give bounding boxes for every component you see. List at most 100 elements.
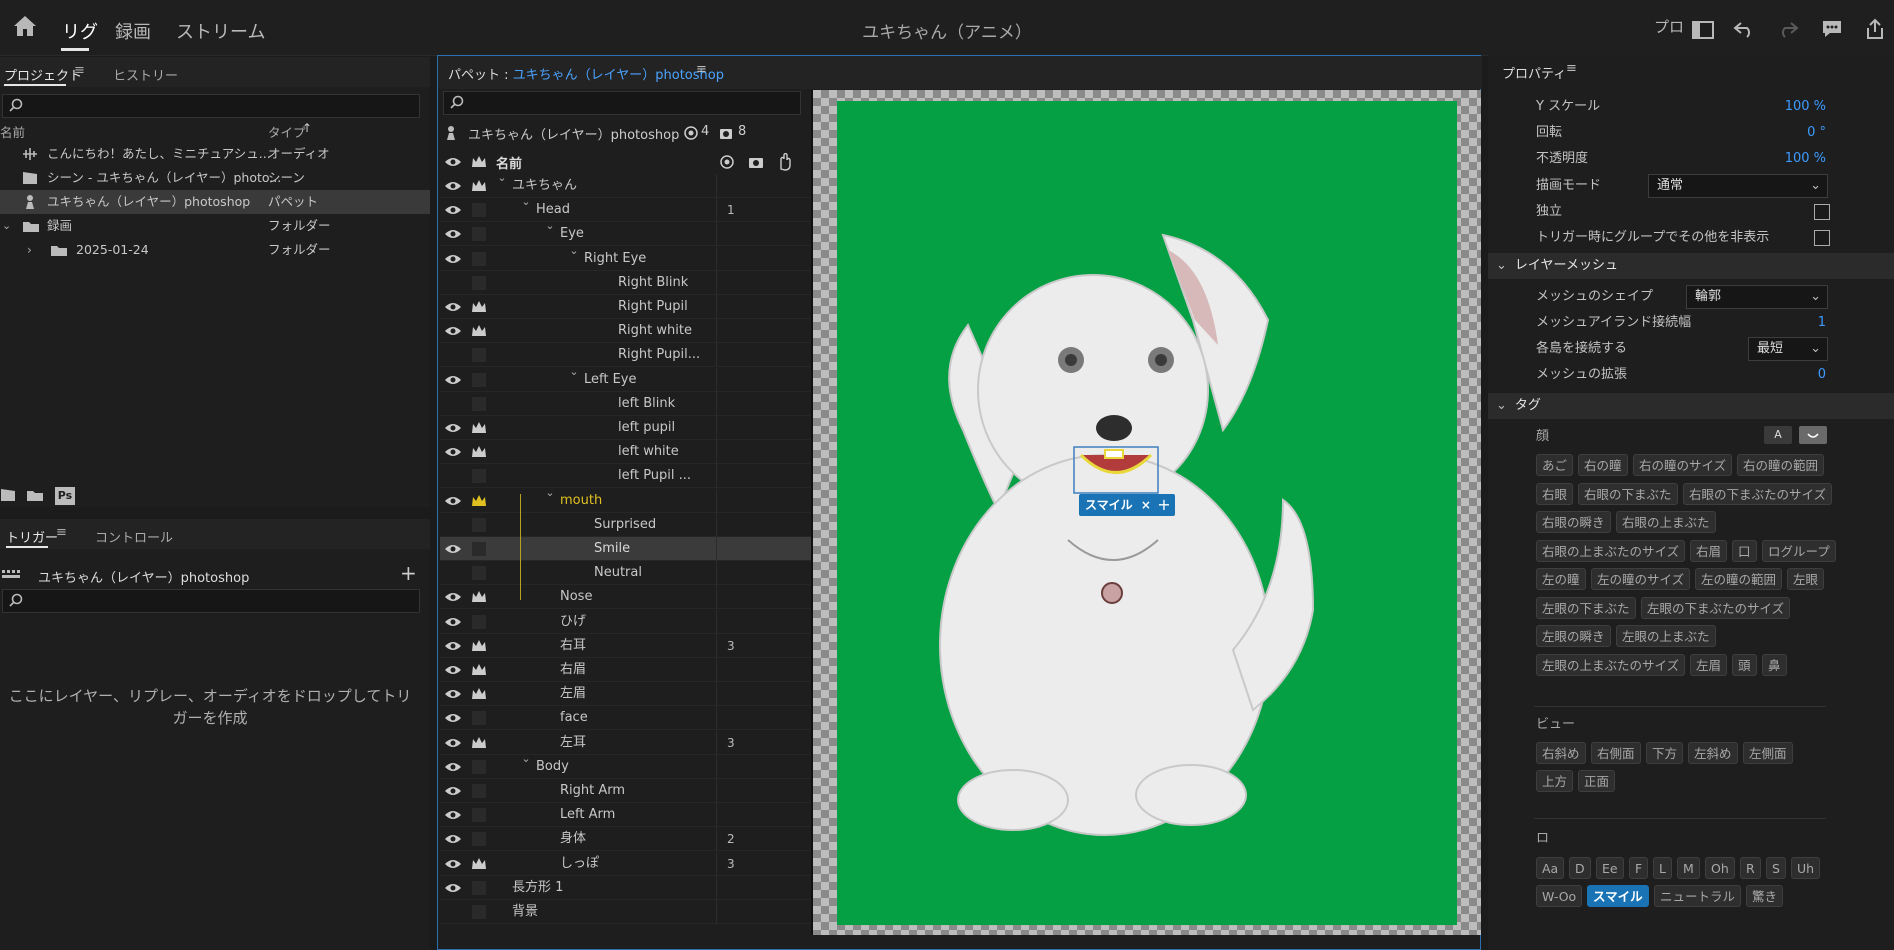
crown-toggle-box[interactable] bbox=[472, 227, 486, 242]
hide-others-checkbox[interactable] bbox=[1814, 230, 1830, 246]
chevron-down-icon[interactable]: ⌄ bbox=[520, 752, 532, 765]
crown-icon[interactable] bbox=[471, 736, 487, 750]
visibility-eye-icon[interactable] bbox=[444, 373, 462, 387]
panel-menu-icon[interactable]: ≡ bbox=[696, 62, 707, 77]
crown-icon[interactable] bbox=[471, 324, 487, 338]
layer-row[interactable]: Smile bbox=[440, 537, 812, 561]
tag-item[interactable]: Aa bbox=[1536, 857, 1565, 879]
crown-icon[interactable] bbox=[471, 857, 487, 871]
face-mode-toggle[interactable] bbox=[1799, 426, 1827, 444]
layer-row[interactable]: ⌄ Body bbox=[440, 752, 812, 779]
visibility-eye-icon[interactable] bbox=[444, 857, 462, 871]
tag-item[interactable]: 右眼の下まぶたのサイズ bbox=[1683, 482, 1833, 505]
chevron-down-icon[interactable]: ⌄ bbox=[544, 486, 556, 499]
crown-icon[interactable] bbox=[471, 300, 487, 314]
layer-row[interactable]: 右眉 bbox=[440, 658, 812, 682]
crown-toggle-box[interactable] bbox=[472, 396, 486, 411]
add-tag-button[interactable]: + bbox=[1153, 494, 1175, 516]
clapper-icon[interactable] bbox=[0, 488, 16, 502]
layer-row[interactable]: 左眉 bbox=[440, 682, 812, 707]
visibility-eye-icon[interactable] bbox=[444, 832, 462, 846]
tag-item[interactable]: 左眼の下まぶた bbox=[1536, 596, 1636, 619]
layer-row[interactable]: Nose bbox=[440, 585, 812, 610]
layer-row[interactable]: 左耳 3 bbox=[440, 730, 812, 755]
crown-icon[interactable] bbox=[471, 421, 487, 435]
tag-item[interactable]: 左の瞳の範囲 bbox=[1695, 568, 1783, 590]
tag-item[interactable]: 右眼の下まぶた bbox=[1578, 482, 1678, 505]
visibility-eye-icon[interactable] bbox=[444, 663, 462, 677]
layer-row[interactable]: ⌄ mouth bbox=[440, 486, 812, 513]
visibility-eye-icon[interactable] bbox=[444, 445, 462, 459]
tag-item[interactable]: 右眼の上まぶたのサイズ bbox=[1536, 539, 1686, 562]
tag-item[interactable]: 左の瞳 bbox=[1536, 568, 1586, 590]
tag-item[interactable]: R bbox=[1740, 857, 1761, 879]
tag-item[interactable]: Ee bbox=[1596, 857, 1624, 879]
tag-item[interactable]: 驚き bbox=[1746, 885, 1784, 907]
tag-item[interactable]: 右眼の上まぶた bbox=[1616, 511, 1716, 533]
visibility-eye-icon[interactable] bbox=[444, 542, 462, 556]
layer-row[interactable]: ひげ bbox=[440, 609, 812, 634]
layer-row[interactable]: Surprised bbox=[440, 512, 812, 537]
photoshop-icon[interactable]: Ps bbox=[55, 487, 75, 505]
scene-canvas[interactable]: スマイル × + bbox=[813, 90, 1481, 935]
trigger-search-input[interactable] bbox=[2, 589, 420, 613]
tag-item[interactable]: 口 bbox=[1732, 539, 1757, 562]
visibility-eye-icon[interactable] bbox=[444, 203, 462, 217]
drag-hand-icon[interactable] bbox=[776, 153, 792, 171]
blend-mode-select[interactable]: 通常 ⌄ bbox=[1648, 174, 1828, 198]
section-tags[interactable]: ⌄ タグ bbox=[1488, 393, 1894, 419]
tag-item[interactable]: 左眼の瞬き bbox=[1536, 625, 1611, 647]
layer-row[interactable]: Right white bbox=[440, 319, 812, 344]
chevron-down-icon[interactable]: ⌄ bbox=[496, 171, 508, 184]
visibility-eye-icon[interactable] bbox=[444, 687, 462, 701]
layer-row[interactable]: ⌄ Right Eye bbox=[440, 244, 812, 271]
layer-row[interactable]: Right Pupil... bbox=[440, 343, 812, 368]
tag-item[interactable]: D bbox=[1569, 857, 1591, 879]
tag-item[interactable]: 左眉 bbox=[1690, 653, 1728, 676]
tag-item[interactable]: 下方 bbox=[1646, 742, 1684, 764]
tag-item[interactable]: 右側面 bbox=[1591, 742, 1641, 764]
crown-toggle-box[interactable] bbox=[472, 711, 486, 726]
panel-menu-icon[interactable]: ≡ bbox=[56, 525, 67, 540]
comment-icon[interactable] bbox=[1821, 19, 1843, 39]
crown-icon[interactable] bbox=[471, 445, 487, 459]
crown-icon[interactable] bbox=[471, 639, 487, 653]
visibility-eye-icon[interactable] bbox=[444, 590, 462, 604]
tag-item[interactable]: ニュートラル bbox=[1654, 885, 1742, 907]
tag-item[interactable]: 鼻 bbox=[1762, 653, 1787, 676]
tag-chip[interactable]: スマイル × bbox=[1079, 494, 1157, 516]
project-item[interactable]: ⌄ 録画 フォルダー bbox=[0, 214, 430, 238]
crown-toggle-box[interactable] bbox=[472, 566, 486, 581]
pro-label[interactable]: プロ bbox=[1654, 16, 1684, 37]
layer-row[interactable]: 長方形 1 bbox=[440, 875, 812, 900]
chevron-down-icon[interactable]: ⌄ bbox=[520, 195, 532, 208]
redo-icon[interactable] bbox=[1777, 20, 1799, 38]
crown-toggle-box[interactable] bbox=[472, 905, 486, 919]
record-target-icon[interactable] bbox=[720, 155, 734, 169]
layer-row[interactable]: left pupil bbox=[440, 416, 812, 440]
tag-item[interactable]: W-Oo bbox=[1536, 885, 1583, 907]
visibility-eye-icon[interactable] bbox=[444, 252, 462, 266]
mesh-shape-select[interactable]: 輪郭 ⌄ bbox=[1686, 285, 1828, 309]
layer-row[interactable]: Neutral bbox=[440, 561, 812, 586]
tag-item[interactable]: M bbox=[1677, 857, 1700, 879]
tag-item[interactable]: 左眼の上まぶたのサイズ bbox=[1536, 653, 1686, 676]
layer-row[interactable]: face bbox=[440, 706, 812, 731]
tag-item[interactable]: 左の瞳のサイズ bbox=[1591, 568, 1691, 590]
crown-toggle-box[interactable] bbox=[472, 275, 486, 290]
sort-ascending-icon[interactable]: ↑ bbox=[302, 121, 312, 135]
crown-icon[interactable] bbox=[471, 179, 487, 193]
layer-row[interactable]: しっぽ 3 bbox=[440, 851, 812, 876]
layer-row[interactable]: ⌄ Eye bbox=[440, 219, 812, 247]
layer-row[interactable]: 右耳 3 bbox=[440, 633, 812, 658]
tag-item[interactable]: スマイル bbox=[1587, 885, 1649, 907]
tag-item[interactable]: Uh bbox=[1791, 857, 1821, 879]
close-icon[interactable]: × bbox=[1141, 498, 1151, 512]
tag-item[interactable]: 右の瞳の範囲 bbox=[1737, 454, 1825, 476]
tag-item[interactable]: 左斜め bbox=[1688, 742, 1738, 764]
tag-item[interactable]: 左眼 bbox=[1787, 568, 1825, 590]
layer-search-input[interactable] bbox=[443, 91, 801, 115]
crown-toggle-box[interactable] bbox=[472, 614, 486, 629]
tag-item[interactable]: 左眼の下まぶたのサイズ bbox=[1641, 596, 1791, 619]
layer-row[interactable]: left Pupil ... bbox=[440, 464, 812, 489]
